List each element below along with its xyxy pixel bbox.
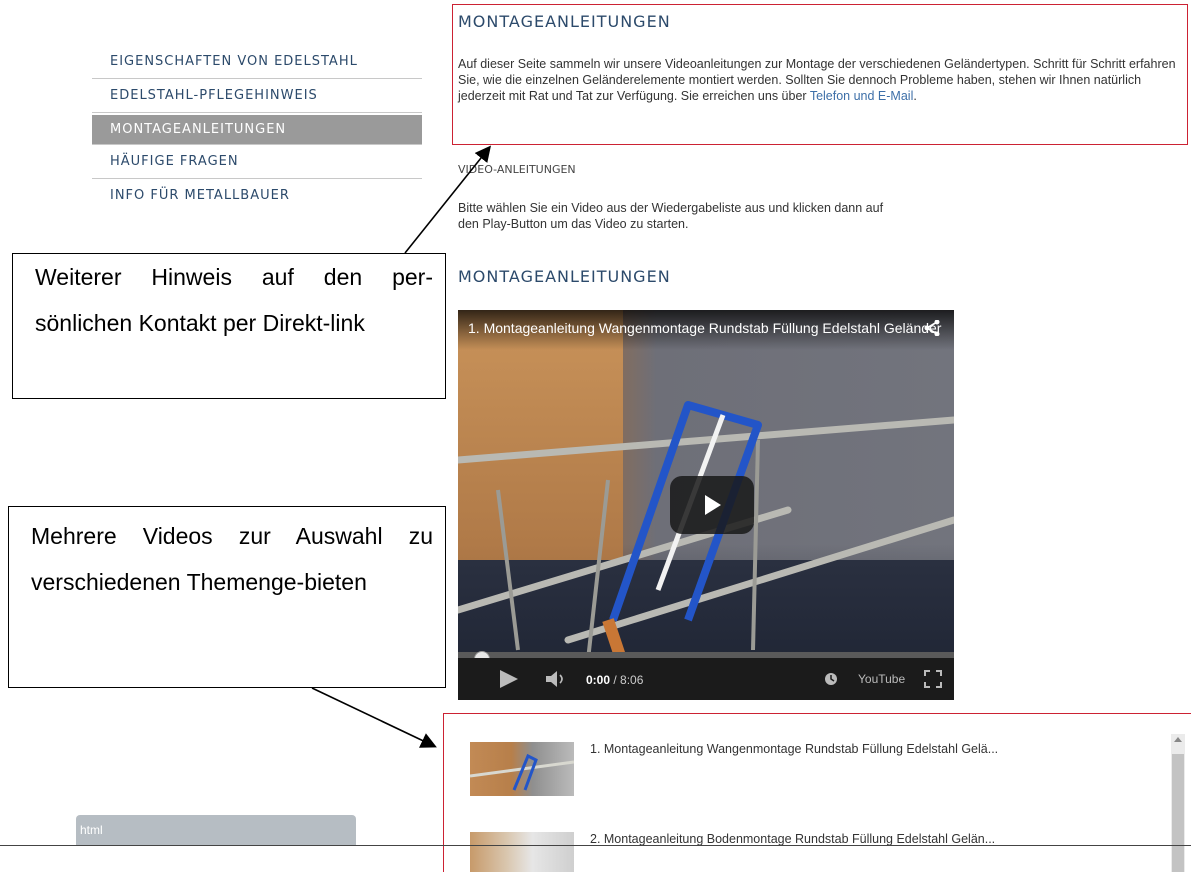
arrow-to-contact-link: [404, 145, 491, 254]
arrow-to-playlist: [311, 687, 437, 748]
annotation-arrows: [311, 145, 491, 748]
